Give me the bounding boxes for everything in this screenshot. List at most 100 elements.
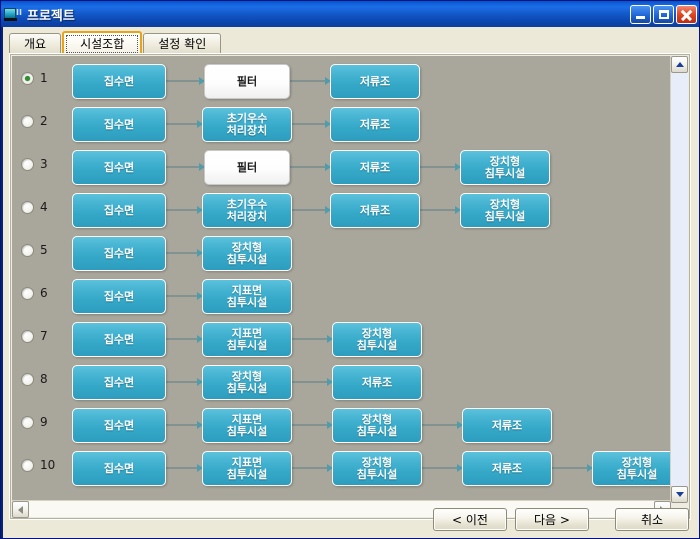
combination-radio-9[interactable]: 9 — [21, 415, 54, 429]
combination-number: 9 — [40, 415, 48, 429]
facility-node[interactable]: 장치형 침투시설 — [202, 236, 292, 271]
combination-radio-8[interactable]: 8 — [21, 372, 54, 386]
flow-arrow-icon — [292, 421, 333, 429]
facility-node[interactable]: 저류조 — [330, 64, 420, 99]
facility-node-label: 장치형 침투시설 — [484, 197, 526, 223]
facility-node[interactable]: 지표면 침투시설 — [202, 408, 292, 443]
combination-row[interactable]: 7 집수면 지표면 침투시설 장치형 침투시설 — [12, 318, 671, 361]
facility-node[interactable]: 저류조 — [462, 451, 552, 486]
combination-radio-4[interactable]: 4 — [21, 200, 54, 214]
previous-button[interactable]: < 이전 — [433, 508, 507, 531]
combination-radio-7[interactable]: 7 — [21, 329, 54, 343]
tab-strip: 개요 시설조합 설정 확인 — [9, 31, 222, 53]
project-window: II 프로젝트 개요 시설조합 설정 확인 1 집수면 필터 저류조 2 집수면… — [0, 0, 700, 539]
flow-arrow-icon — [292, 335, 333, 343]
facility-node[interactable]: 집수면 — [72, 279, 166, 314]
vertical-scrollbar[interactable] — [670, 56, 688, 503]
radio-button[interactable] — [21, 415, 34, 429]
facility-node[interactable]: 집수면 — [72, 451, 166, 486]
title-bar: II 프로젝트 — [1, 1, 699, 27]
combination-radio-5[interactable]: 5 — [21, 243, 54, 257]
facility-node[interactable]: 초기우수 처리장치 — [202, 193, 292, 228]
radio-button[interactable] — [21, 329, 34, 343]
facility-node[interactable]: 지표면 침투시설 — [202, 322, 292, 357]
radio-button[interactable] — [21, 286, 34, 300]
facility-node[interactable]: 장치형 침투시설 — [332, 408, 422, 443]
tab-facility-combination[interactable]: 시설조합 — [62, 31, 143, 53]
facility-node[interactable]: 집수면 — [72, 107, 166, 142]
facility-node[interactable]: 장치형 침투시설 — [332, 322, 422, 357]
next-button[interactable]: 다음 > — [515, 508, 589, 531]
close-button[interactable] — [676, 4, 697, 24]
combination-row[interactable]: 3 집수면 필터 저류조 장치형 침투시설 — [12, 146, 671, 189]
facility-node-label: 장치형 침투시설 — [226, 369, 268, 395]
window-title: 프로젝트 — [27, 8, 75, 24]
cancel-button[interactable]: 취소 — [615, 508, 689, 531]
facility-node[interactable]: 저류조 — [332, 365, 422, 400]
facility-node[interactable]: 장치형 침투시설 — [460, 150, 550, 185]
combination-row[interactable]: 5 집수면 장치형 침투시설 — [12, 232, 671, 275]
facility-node-label: 초기우수 처리장치 — [226, 111, 268, 137]
facility-node[interactable]: 집수면 — [72, 322, 166, 357]
facility-node[interactable]: 집수면 — [72, 150, 166, 185]
facility-node-label: 장치형 침투시설 — [356, 455, 398, 481]
flow-arrow-icon — [422, 421, 463, 429]
minimize-button[interactable] — [630, 4, 651, 24]
maximize-button[interactable] — [653, 4, 674, 24]
facility-node[interactable]: 저류조 — [330, 193, 420, 228]
combination-row[interactable]: 1 집수면 필터 저류조 — [12, 60, 671, 103]
combination-row[interactable]: 9 집수면 지표면 침투시설 장치형 침투시설 저류조 — [12, 404, 671, 447]
combination-radio-6[interactable]: 6 — [21, 286, 54, 300]
scroll-up-arrow-icon[interactable] — [671, 56, 688, 73]
combination-row[interactable]: 10 집수면 지표면 침투시설 장치형 침투시설 저류조 장치형 침투시설 — [12, 447, 671, 490]
facility-node-label: 저류조 — [359, 117, 391, 131]
flow-arrow-icon — [166, 77, 205, 85]
facility-node-label: 필터 — [236, 74, 258, 88]
vertical-scrollbar-track[interactable] — [671, 73, 688, 486]
facility-node[interactable]: 저류조 — [330, 150, 420, 185]
facility-node[interactable]: 저류조 — [330, 107, 420, 142]
facility-node[interactable]: 집수면 — [72, 64, 166, 99]
facility-node[interactable]: 저류조 — [462, 408, 552, 443]
tab-overview[interactable]: 개요 — [9, 33, 62, 53]
focus-ring — [66, 35, 139, 53]
radio-button[interactable] — [21, 114, 34, 128]
radio-button[interactable] — [21, 200, 34, 214]
combination-row[interactable]: 2 집수면 초기우수 처리장치 저류조 — [12, 103, 671, 146]
combination-number: 8 — [40, 372, 48, 386]
combination-radio-1[interactable]: 1 — [21, 71, 54, 85]
combination-radio-3[interactable]: 3 — [21, 157, 54, 171]
facility-node[interactable]: 장치형 침투시설 — [592, 451, 671, 486]
combination-radio-10[interactable]: 10 — [21, 458, 55, 472]
facility-node-label: 지표면 침투시설 — [226, 412, 268, 438]
facility-node[interactable]: 집수면 — [72, 408, 166, 443]
facility-node[interactable]: 집수면 — [72, 365, 166, 400]
facility-node-label: 집수면 — [103, 74, 135, 88]
flow-arrow-icon — [166, 163, 205, 171]
facility-node[interactable]: 초기우수 처리장치 — [202, 107, 292, 142]
facility-node[interactable]: 집수면 — [72, 236, 166, 271]
facility-node[interactable]: 필터 — [204, 150, 290, 185]
facility-node[interactable]: 필터 — [204, 64, 290, 99]
tab-settings-confirm[interactable]: 설정 확인 — [143, 33, 222, 53]
combination-row[interactable]: 8 집수면 장치형 침투시설 저류조 — [12, 361, 671, 404]
radio-button[interactable] — [21, 372, 34, 386]
radio-button[interactable] — [21, 243, 34, 257]
flow-arrow-icon — [290, 163, 331, 171]
radio-button[interactable] — [21, 71, 34, 85]
facility-node[interactable]: 장치형 침투시설 — [332, 451, 422, 486]
facility-node[interactable]: 지표면 침투시설 — [202, 279, 292, 314]
radio-button[interactable] — [21, 458, 34, 472]
radio-button[interactable] — [21, 157, 34, 171]
flow-arrow-icon — [166, 249, 203, 257]
scroll-down-arrow-icon[interactable] — [671, 486, 688, 503]
combination-row[interactable]: 6 집수면 지표면 침투시설 — [12, 275, 671, 318]
facility-node[interactable]: 지표면 침투시설 — [202, 451, 292, 486]
combination-row[interactable]: 4 집수면 초기우수 처리장치 저류조 장치형 침투시설 — [12, 189, 671, 232]
combination-radio-2[interactable]: 2 — [21, 114, 54, 128]
facility-node[interactable]: 장치형 침투시설 — [460, 193, 550, 228]
facility-node-label: 집수면 — [103, 375, 135, 389]
facility-node[interactable]: 장치형 침투시설 — [202, 365, 292, 400]
facility-node[interactable]: 집수면 — [72, 193, 166, 228]
flow-arrow-icon — [166, 206, 203, 214]
